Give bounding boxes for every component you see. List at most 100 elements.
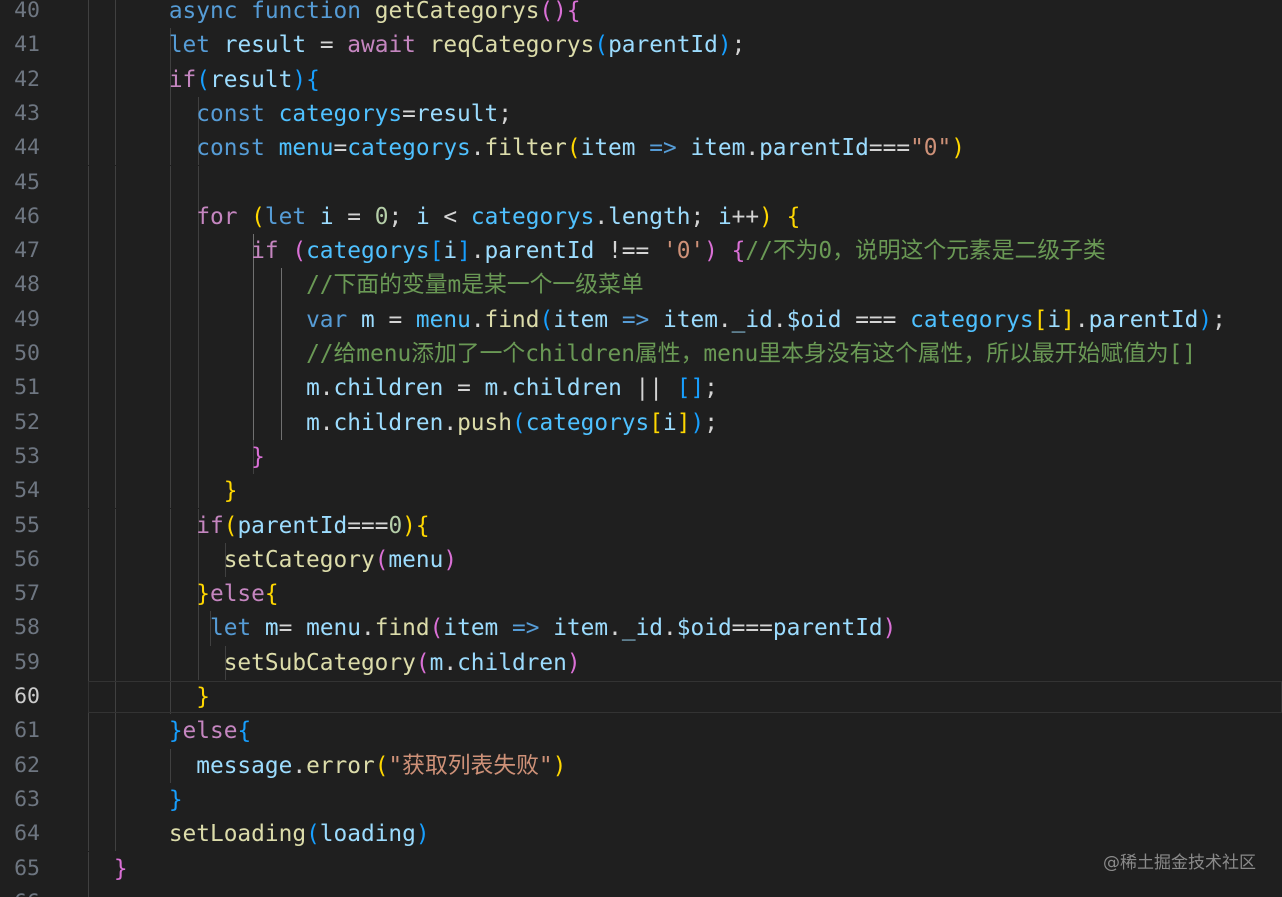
code-text: }	[59, 783, 183, 817]
code-token: push	[457, 409, 512, 436]
code-text: //下面的变量m是某一个一级菜单	[59, 268, 644, 302]
code-line[interactable]: 54 }	[0, 474, 1282, 509]
code-token: }	[168, 718, 183, 745]
code-token: }	[196, 684, 210, 710]
code-line[interactable]: 64 setLoading(loading)	[0, 817, 1282, 852]
code-token: )	[552, 752, 567, 779]
code-text: const menu=categorys.filter(item => item…	[59, 131, 965, 165]
code-token: )	[690, 409, 705, 436]
code-token: m	[306, 375, 320, 402]
code-token: menu	[388, 546, 444, 573]
code-token: m	[484, 375, 499, 402]
code-token: =	[374, 306, 416, 333]
code-line[interactable]: 62 message.error("获取列表失败")	[0, 748, 1282, 783]
code-line[interactable]: 40 async function getCategorys(){	[0, 0, 1282, 29]
code-line[interactable]: 51 m.children = m.children || [];	[0, 371, 1282, 406]
line-number: 50	[14, 341, 40, 366]
code-text: let result = await reqCategorys(parentId…	[59, 28, 746, 62]
code-line[interactable]: 65 }	[0, 851, 1282, 886]
code-line[interactable]: 43 const categorys=result;	[0, 96, 1282, 132]
code-text: async function getCategorys(){	[59, 0, 581, 28]
code-line[interactable]: 57 }else{	[0, 577, 1282, 612]
indent-guide	[198, 165, 199, 200]
code-line[interactable]: 60 }	[0, 680, 1282, 715]
code-token: ]	[676, 409, 691, 436]
code-token: ;	[704, 375, 718, 402]
watermark: @稀土掘金技术社区	[1103, 853, 1256, 873]
code-line[interactable]: 42 if(result){	[0, 62, 1282, 97]
code-token: =	[443, 375, 485, 402]
code-token: )	[402, 512, 416, 539]
code-token: (	[429, 615, 444, 642]
code-token: const	[196, 100, 265, 127]
line-number: 44	[14, 135, 40, 161]
code-token: setSubCategory	[223, 649, 416, 676]
code-token: function	[251, 0, 361, 24]
line-number: 62	[14, 752, 40, 778]
code-line[interactable]: 63 }	[0, 782, 1282, 818]
code-token: ===	[868, 135, 911, 162]
code-token: item	[553, 615, 609, 642]
code-line[interactable]: 46 for (let i = 0; i < categorys.length;…	[0, 199, 1282, 235]
code-line[interactable]: 56 setCategory(menu)	[0, 542, 1282, 578]
code-token: filter	[484, 135, 567, 162]
code-token: ===	[347, 512, 389, 539]
code-token: i	[415, 203, 430, 230]
code-token: )	[704, 238, 718, 265]
code-text: }	[59, 440, 265, 474]
line-number: 55	[14, 512, 40, 538]
code-token: i	[1047, 306, 1062, 333]
code-token: parentId	[1088, 306, 1199, 333]
code-text: setLoading(loading)	[59, 817, 430, 851]
code-line[interactable]: 58 let m= menu.find(item => item._id.$oi…	[0, 611, 1282, 646]
code-token: )	[759, 203, 773, 230]
code-line[interactable]: 61 }else{	[0, 714, 1282, 749]
code-line[interactable]: 45	[0, 165, 1282, 200]
code-token: .	[319, 409, 334, 436]
code-token: )	[1198, 306, 1213, 333]
code-editor[interactable]: 40 async function getCategorys(){41 let …	[0, 0, 1282, 897]
code-token: ;	[388, 203, 416, 230]
code-token: item	[553, 306, 609, 333]
code-token: (	[511, 409, 526, 436]
code-line[interactable]: 52 m.children.push(categorys[i]);	[0, 405, 1282, 440]
code-token: (	[306, 821, 320, 848]
code-line[interactable]: 53 }	[0, 439, 1282, 475]
code-line[interactable]: 50 //给menu添加了一个children属性，menu里本身没有这个属性，…	[0, 337, 1282, 372]
code-line[interactable]: 55 if(parentId===0){	[0, 508, 1282, 543]
code-line[interactable]: 44 const menu=categorys.filter(item => i…	[0, 131, 1282, 166]
code-text: }else{	[59, 577, 278, 611]
code-line[interactable]: 66	[0, 885, 1282, 897]
code-token: reqCategorys	[429, 32, 595, 59]
code-token: {	[415, 512, 430, 539]
code-line[interactable]: 41 let result = await reqCategorys(paren…	[0, 28, 1282, 63]
code-token: .	[470, 135, 485, 162]
code-token: [	[1033, 306, 1048, 333]
code-token: ;	[731, 32, 746, 59]
code-line[interactable]: 48 //下面的变量m是某一个一级菜单	[0, 268, 1282, 303]
code-token: ;	[704, 409, 718, 436]
code-token: !==	[594, 238, 663, 265]
code-token: item	[580, 135, 636, 162]
indent-guide	[170, 165, 171, 200]
code-line[interactable]: 49 var m = menu.find(item => item._id.$o…	[0, 302, 1282, 337]
code-line[interactable]: 47 if (categorys[i].parentId !== '0') {/…	[0, 234, 1282, 269]
code-line[interactable]: 59 setSubCategory(m.children)	[0, 645, 1282, 680]
code-token: children	[333, 409, 444, 436]
line-number: 43	[14, 100, 40, 126]
